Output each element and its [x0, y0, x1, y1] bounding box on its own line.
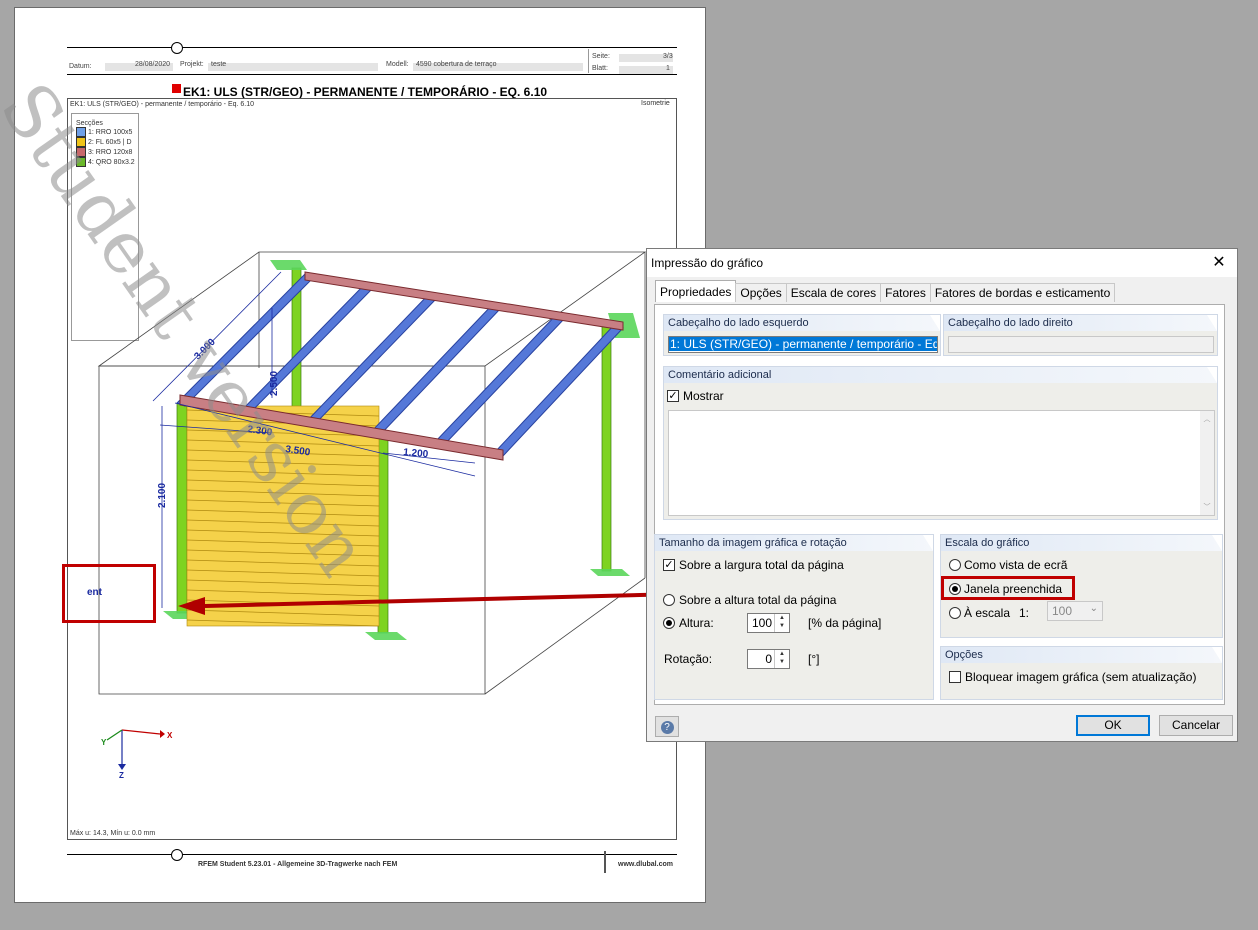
filled-window-highlight — [941, 576, 1075, 600]
dialog-titlebar[interactable]: Impressão do gráfico ✕ — [647, 249, 1237, 277]
show-checkbox[interactable]: ✓ — [667, 390, 679, 402]
chevron-down-icon[interactable]: ⌄ — [1090, 603, 1098, 614]
scale-value: 100 — [1052, 604, 1073, 618]
rotation-unit: [°] — [808, 652, 820, 666]
ok-button[interactable]: OK — [1076, 715, 1150, 736]
height-stepper[interactable]: 100 ▲ ▼ — [747, 613, 790, 633]
graphic-scale-group: Escala do gráfico Como vista de ecrã Jan… — [940, 534, 1223, 638]
height-value: 100 — [751, 616, 772, 630]
dialog-title: Impressão do gráfico — [651, 256, 764, 270]
spin-down-icon[interactable]: ▼ — [775, 622, 789, 630]
spin-down-icon[interactable]: ▼ — [775, 658, 789, 666]
height-label: Altura: — [679, 616, 714, 630]
rotation-stepper[interactable]: 0 ▲ ▼ — [747, 649, 790, 669]
scroll-up-icon[interactable]: ︿ — [1200, 414, 1214, 424]
screen-view-radio[interactable] — [949, 559, 961, 571]
full-width-label: Sobre a largura total da página — [679, 558, 844, 572]
options-group: Opções Bloquear imagem gráfica (sem atua… — [940, 646, 1223, 700]
height-spin[interactable]: ▲ ▼ — [774, 614, 789, 632]
help-icon: ? — [660, 721, 674, 734]
full-height-radio[interactable] — [663, 594, 675, 606]
comment-scrollbar[interactable]: ︿ ﹀ — [1200, 411, 1214, 515]
comment-label: Comentário adicional — [664, 367, 1217, 383]
full-width-checkbox[interactable]: ✓ — [663, 559, 675, 571]
rotation-spin[interactable]: ▲ ▼ — [774, 650, 789, 668]
tab-opcoes[interactable]: Opções — [735, 283, 787, 302]
tab-panel-propriedades: Cabeçalho do lado esquerdo 1: ULS (STR/G… — [654, 304, 1225, 705]
to-scale-radio[interactable] — [949, 607, 961, 619]
rotation-value: 0 — [765, 652, 772, 666]
graphic-scale-label: Escala do gráfico — [941, 535, 1222, 551]
lock-graphic-checkbox[interactable] — [949, 671, 961, 683]
spin-up-icon[interactable]: ▲ — [775, 650, 789, 658]
left-header-input[interactable]: 1: ULS (STR/GEO) - permanente / temporár… — [668, 336, 938, 353]
screen-view-label: Como vista de ecrã — [964, 558, 1068, 572]
scale-prefix: 1: — [1019, 606, 1030, 620]
scroll-down-icon[interactable]: ﹀ — [1200, 502, 1214, 512]
left-header-value: 1: ULS (STR/GEO) - permanente / temporár… — [669, 337, 937, 351]
print-graphic-dialog: Impressão do gráfico ✕ Propriedades Opçõ… — [646, 248, 1238, 742]
comment-group: Comentário adicional ✓ Mostrar ︿ ﹀ — [663, 366, 1218, 520]
tab-fatores-bordas[interactable]: Fatores de bordas e esticamento — [929, 283, 1116, 302]
left-header-group: Cabeçalho do lado esquerdo 1: ULS (STR/G… — [663, 314, 941, 356]
scale-select[interactable]: 100 ⌄ — [1047, 601, 1103, 621]
cancel-button[interactable]: Cancelar — [1159, 715, 1233, 736]
right-header-label: Cabeçalho do lado direito — [944, 315, 1217, 331]
full-height-label: Sobre a altura total da página — [679, 593, 837, 607]
dialog-tabs: Propriedades Opções Escala de cores Fato… — [655, 280, 1116, 303]
rotation-label: Rotação: — [664, 652, 713, 666]
left-header-label: Cabeçalho do lado esquerdo — [664, 315, 940, 331]
tab-fatores[interactable]: Fatores — [880, 283, 931, 302]
height-radio[interactable] — [663, 617, 675, 629]
show-label: Mostrar — [683, 389, 724, 403]
comment-textarea[interactable]: ︿ ﹀ — [668, 410, 1215, 516]
lock-graphic-label: Bloquear imagem gráfica (sem atualização… — [965, 670, 1197, 684]
tab-escala-de-cores[interactable]: Escala de cores — [785, 283, 882, 302]
help-button[interactable]: ? — [655, 716, 679, 737]
right-header-group: Cabeçalho do lado direito — [943, 314, 1218, 356]
size-rotation-label: Tamanho da imagem gráfica e rotação — [655, 535, 933, 551]
right-header-input[interactable] — [948, 336, 1214, 353]
options-label: Opções — [941, 647, 1222, 663]
to-scale-label: À escala — [964, 606, 1011, 620]
height-unit: [% da página] — [808, 616, 882, 630]
size-rotation-group: Tamanho da imagem gráfica e rotação ✓ So… — [654, 534, 934, 700]
close-icon[interactable]: ✕ — [1209, 252, 1229, 272]
tab-propriedades[interactable]: Propriedades — [655, 280, 737, 302]
spin-up-icon[interactable]: ▲ — [775, 614, 789, 622]
